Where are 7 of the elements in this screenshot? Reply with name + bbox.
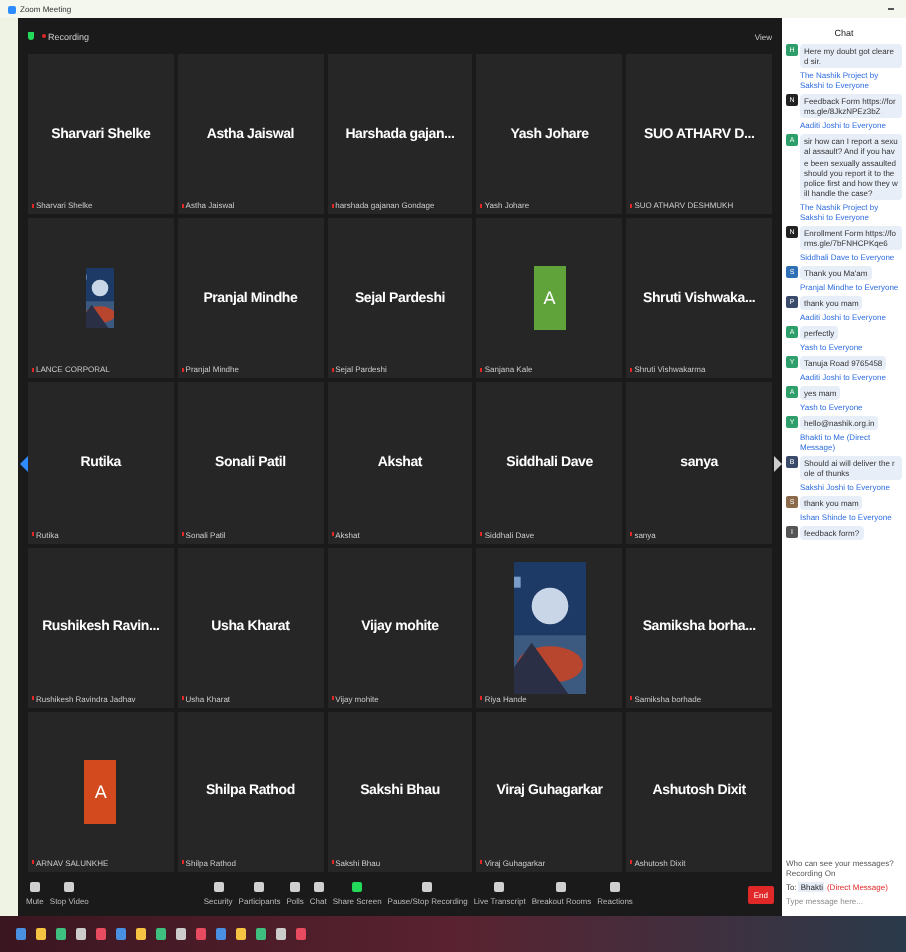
zoom-logo-icon: [8, 5, 16, 13]
minimize-button[interactable]: [884, 3, 898, 15]
previous-page-button[interactable]: [18, 455, 28, 471]
next-page-button[interactable]: [772, 455, 782, 471]
shield-icon: [28, 32, 34, 40]
avatar-initial: A: [533, 266, 566, 331]
avatar-initial: A: [84, 759, 117, 824]
